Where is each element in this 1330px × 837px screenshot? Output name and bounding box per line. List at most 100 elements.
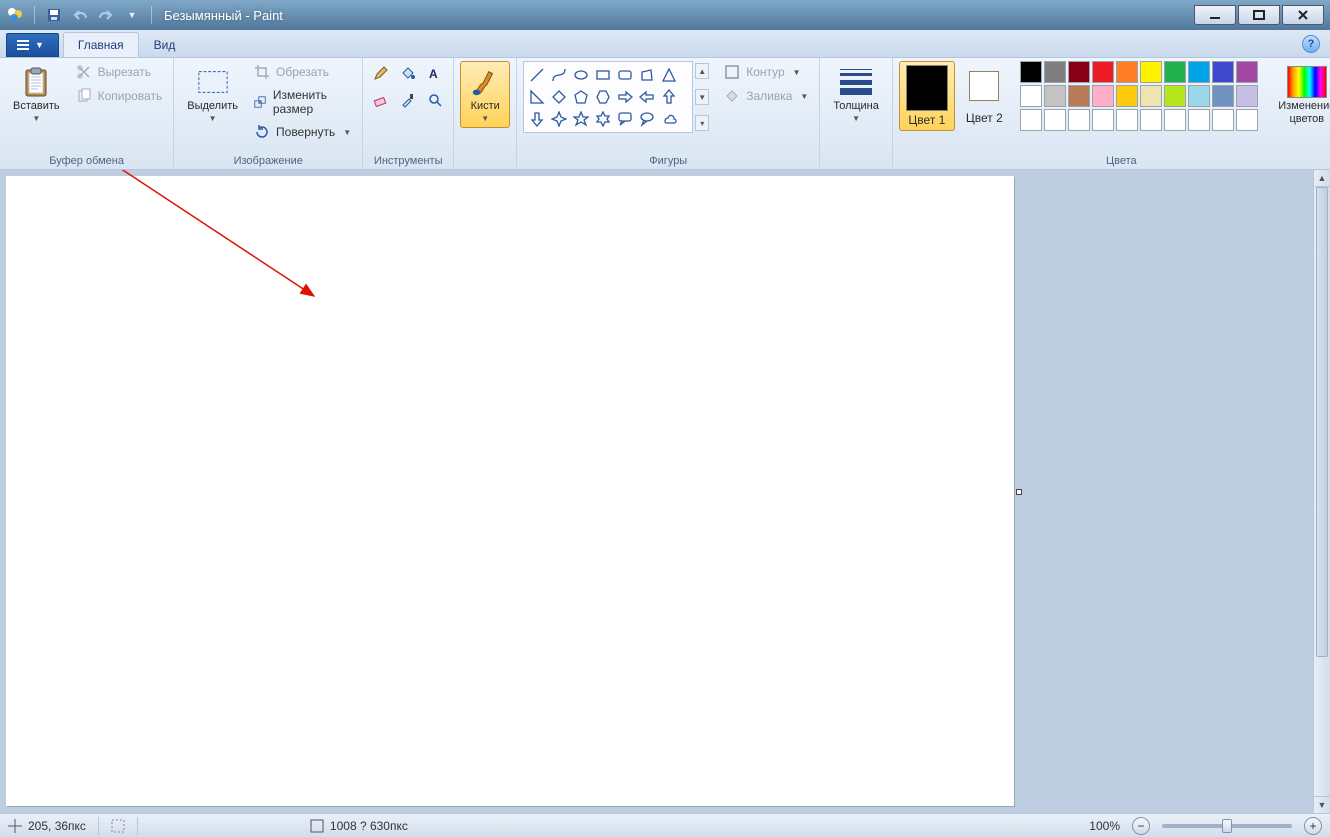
color-swatch[interactable] bbox=[1188, 85, 1210, 107]
zoom-out-button[interactable]: − bbox=[1132, 817, 1150, 835]
shape-curve[interactable] bbox=[549, 65, 569, 85]
minimize-button[interactable] bbox=[1194, 5, 1236, 25]
shape-right-triangle[interactable] bbox=[527, 87, 547, 107]
select-label: Выделить bbox=[187, 100, 238, 113]
tool-text[interactable]: A bbox=[423, 61, 447, 85]
color-swatch[interactable] bbox=[1188, 109, 1210, 131]
rotate-button[interactable]: Повернуть ▼ bbox=[249, 121, 356, 143]
shape-line[interactable] bbox=[527, 65, 547, 85]
shape-triangle[interactable] bbox=[659, 65, 679, 85]
edit-colors-button[interactable]: Изменение цветов bbox=[1270, 61, 1330, 129]
zoom-slider[interactable] bbox=[1162, 824, 1292, 828]
color-swatch[interactable] bbox=[1044, 109, 1066, 131]
color-swatch[interactable] bbox=[1236, 85, 1258, 107]
color-swatch[interactable] bbox=[1140, 85, 1162, 107]
close-button[interactable] bbox=[1282, 5, 1324, 25]
color-swatch[interactable] bbox=[1068, 109, 1090, 131]
shape-hexagon[interactable] bbox=[593, 87, 613, 107]
canvas-handle-right[interactable] bbox=[1016, 489, 1022, 495]
shape-oval[interactable] bbox=[571, 65, 591, 85]
color-swatch[interactable] bbox=[1068, 61, 1090, 83]
vertical-scrollbar[interactable]: ▲ ▼ bbox=[1313, 170, 1330, 813]
qat-redo-button[interactable] bbox=[95, 4, 117, 26]
shape-callout-round[interactable] bbox=[637, 109, 657, 129]
color-swatch[interactable] bbox=[1092, 109, 1114, 131]
shape-star6[interactable] bbox=[593, 109, 613, 129]
tool-magnifier[interactable] bbox=[423, 88, 447, 112]
shapes-scroll-down[interactable]: ▼ bbox=[695, 89, 709, 105]
color-swatch[interactable] bbox=[1116, 109, 1138, 131]
shape-rect[interactable] bbox=[593, 65, 613, 85]
color-swatch[interactable] bbox=[1092, 61, 1114, 83]
zoom-level: 100% bbox=[1089, 819, 1120, 833]
color-swatch[interactable] bbox=[1116, 61, 1138, 83]
scroll-thumb[interactable] bbox=[1316, 187, 1328, 657]
color-swatch[interactable] bbox=[1044, 61, 1066, 83]
tab-home[interactable]: Главная bbox=[63, 32, 139, 57]
color-swatch[interactable] bbox=[1116, 85, 1138, 107]
shapes-gallery[interactable] bbox=[523, 61, 693, 133]
scroll-down-button[interactable]: ▼ bbox=[1314, 796, 1330, 813]
thickness-button[interactable]: Толщина ▼ bbox=[826, 61, 886, 126]
color-swatch[interactable] bbox=[1212, 109, 1234, 131]
color-swatch[interactable] bbox=[1020, 85, 1042, 107]
resize-button[interactable]: Изменить размер bbox=[249, 85, 356, 119]
brushes-button[interactable]: Кисти ▼ bbox=[460, 61, 510, 128]
scroll-up-button[interactable]: ▲ bbox=[1314, 170, 1330, 187]
shapes-expand[interactable]: ▾ bbox=[695, 115, 709, 131]
color2-button[interactable]: Цвет 2 bbox=[959, 61, 1010, 129]
shape-callout[interactable] bbox=[615, 109, 635, 129]
shape-diamond[interactable] bbox=[549, 87, 569, 107]
shape-pentagon[interactable] bbox=[571, 87, 591, 107]
color1-button[interactable]: Цвет 1 bbox=[899, 61, 955, 131]
qat-undo-button[interactable] bbox=[69, 4, 91, 26]
shape-arrow-right[interactable] bbox=[615, 87, 635, 107]
zoom-slider-knob[interactable] bbox=[1222, 819, 1232, 833]
canvas[interactable] bbox=[6, 176, 1014, 806]
shape-star4[interactable] bbox=[549, 109, 569, 129]
shapes-scroll-up[interactable]: ▲ bbox=[695, 63, 709, 79]
color-swatch[interactable] bbox=[1140, 61, 1162, 83]
shape-arrow-down[interactable] bbox=[527, 109, 547, 129]
shape-arrow-left[interactable] bbox=[637, 87, 657, 107]
color-swatch[interactable] bbox=[1068, 85, 1090, 107]
qat-save-button[interactable] bbox=[43, 4, 65, 26]
zoom-in-button[interactable]: + bbox=[1304, 817, 1322, 835]
cut-button[interactable]: Вырезать bbox=[71, 61, 168, 83]
tool-pencil[interactable] bbox=[369, 61, 393, 85]
paste-button[interactable]: Вставить ▼ bbox=[6, 61, 67, 126]
crop-button[interactable]: Обрезать bbox=[249, 61, 356, 83]
tool-fill[interactable] bbox=[396, 61, 420, 85]
tool-picker[interactable] bbox=[396, 88, 420, 112]
tool-eraser[interactable] bbox=[369, 88, 393, 112]
color-swatch[interactable] bbox=[1236, 109, 1258, 131]
color-swatch[interactable] bbox=[1020, 109, 1042, 131]
paste-label: Вставить bbox=[13, 100, 60, 113]
shape-star5[interactable] bbox=[571, 109, 591, 129]
color-swatch[interactable] bbox=[1188, 61, 1210, 83]
select-button[interactable]: Выделить ▼ bbox=[180, 61, 245, 126]
shape-roundrect[interactable] bbox=[615, 65, 635, 85]
fill-button[interactable]: Заливка ▼ bbox=[719, 85, 813, 107]
qat-customize-button[interactable]: ▼ bbox=[121, 4, 143, 26]
color-swatch[interactable] bbox=[1140, 109, 1162, 131]
file-menu-button[interactable]: ▼ bbox=[6, 33, 59, 57]
color-swatch[interactable] bbox=[1236, 61, 1258, 83]
color-swatch[interactable] bbox=[1164, 85, 1186, 107]
color-swatch[interactable] bbox=[1164, 109, 1186, 131]
color-swatch[interactable] bbox=[1212, 85, 1234, 107]
color-swatch[interactable] bbox=[1164, 61, 1186, 83]
copy-button[interactable]: Копировать bbox=[71, 85, 168, 107]
tab-view[interactable]: Вид bbox=[139, 32, 191, 57]
color-swatch[interactable] bbox=[1092, 85, 1114, 107]
color-swatch[interactable] bbox=[1044, 85, 1066, 107]
help-button[interactable]: ? bbox=[1302, 35, 1320, 53]
maximize-button[interactable] bbox=[1238, 5, 1280, 25]
title-bar: ▼ Безымянный - Paint bbox=[0, 0, 1330, 30]
color-swatch[interactable] bbox=[1212, 61, 1234, 83]
outline-button[interactable]: Контур ▼ bbox=[719, 61, 813, 83]
shape-arrow-up[interactable] bbox=[659, 87, 679, 107]
color-swatch[interactable] bbox=[1020, 61, 1042, 83]
shape-cloud[interactable] bbox=[659, 109, 679, 129]
shape-polygon[interactable] bbox=[637, 65, 657, 85]
